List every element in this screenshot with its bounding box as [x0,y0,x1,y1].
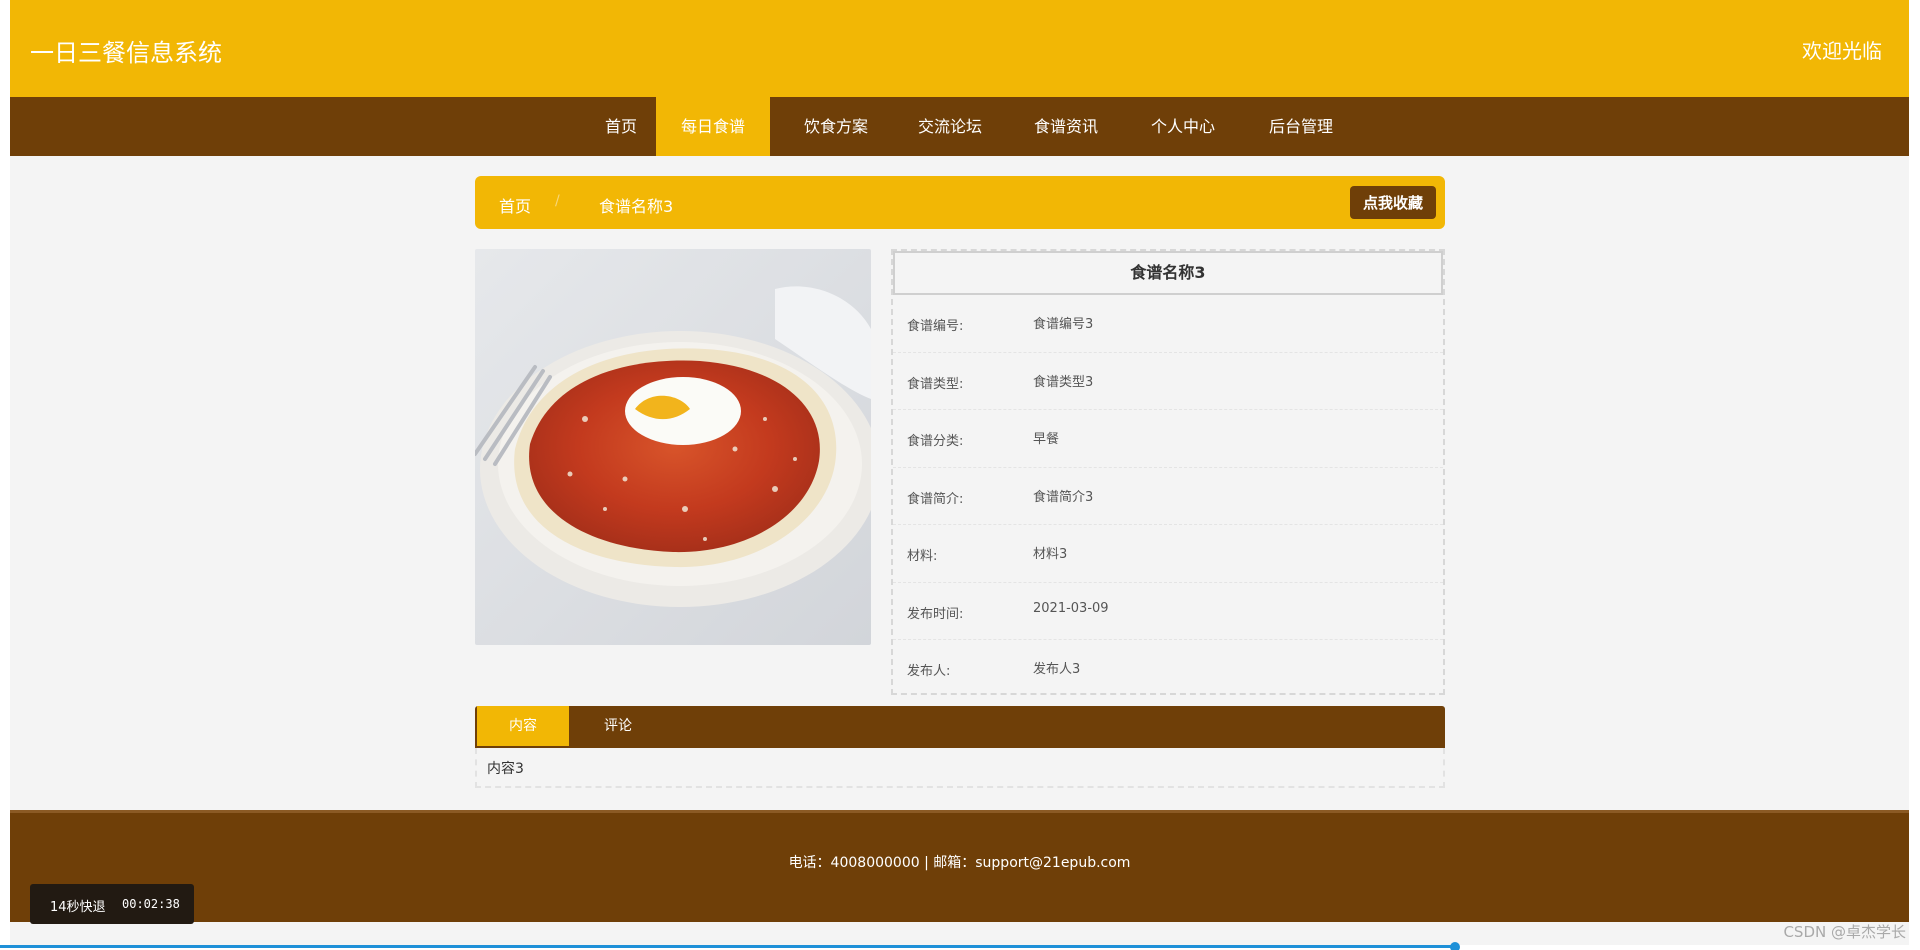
nav-item-diet-plans[interactable]: 饮食方案 [780,97,892,156]
breadcrumb: 首页 / 食谱名称3 点我收藏 [475,176,1445,229]
field-label: 食谱类型: [907,376,964,392]
video-time: 00:02:38 [122,897,180,911]
field-value: 发布人3 [1033,662,1081,677]
detail-row: 发布时间: 2021-03-09 [893,583,1443,640]
field-value: 2021-03-09 [1033,600,1109,616]
nav-item-recipe-news[interactable]: 食谱资讯 [1010,97,1122,156]
field-value: 食谱类型3 [1033,374,1094,390]
recipe-image [475,249,871,645]
field-label: 发布时间: [907,606,964,622]
footer: 电话：4008000000 | 邮箱：support@21epub.com [10,810,1909,922]
recipe-detail-panel: 食谱名称3 食谱编号: 食谱编号3 食谱类型: 食谱类型3 食谱分类: 早餐 食… [891,249,1445,695]
skip-back-button[interactable]: 14秒快退 [50,896,106,915]
welcome-text: 欢迎光临 [1802,39,1882,63]
content-tabs: 内容 评论 [475,706,1445,748]
top-header: 一日三餐信息系统 欢迎光临 [10,0,1909,97]
main-nav: 首页 每日食谱 饮食方案 交流论坛 食谱资讯 个人中心 后台管理 [10,97,1909,156]
video-control-overlay: 14秒快退 00:02:38 [30,884,194,924]
breadcrumb-home-link[interactable]: 首页 [499,193,531,217]
breadcrumb-separator: / [555,193,560,209]
field-label: 材料: [907,549,938,564]
video-progress-bar[interactable] [0,942,1920,950]
field-value: 食谱编号3 [1033,317,1094,332]
field-value: 食谱简介3 [1033,489,1094,505]
field-label: 食谱简介: [907,491,964,507]
tab-content[interactable]: 内容 [477,706,569,746]
nav-item-forum[interactable]: 交流论坛 [895,97,1005,156]
nav-item-admin[interactable]: 后台管理 [1245,97,1357,156]
tab-content-text: 内容3 [487,761,524,777]
progress-knob[interactable] [1450,942,1461,950]
favorite-button[interactable]: 点我收藏 [1350,186,1436,219]
detail-row: 食谱分类: 早餐 [893,410,1443,468]
field-label: 食谱编号: [907,319,964,334]
nav-item-personal-center[interactable]: 个人中心 [1127,97,1239,156]
site-title[interactable]: 一日三餐信息系统 [30,33,222,68]
field-value: 早餐 [1033,432,1060,447]
field-value: 材料3 [1033,547,1068,562]
detail-row: 食谱简介: 食谱简介3 [893,468,1443,525]
breadcrumb-current: 食谱名称3 [599,197,674,216]
watermark: CSDN @卓杰学长 [1783,923,1906,941]
detail-row: 发布人: 发布人3 [893,640,1443,698]
nav-item-daily-recipes[interactable]: 每日食谱 [656,97,770,156]
progress-fill [0,945,1456,948]
tab-comments[interactable]: 评论 [569,706,667,746]
detail-row: 食谱类型: 食谱类型3 [893,353,1443,410]
detail-row: 材料: 材料3 [893,525,1443,583]
nav-item-home[interactable]: 首页 [585,97,657,156]
tab-panel: 内容3 [475,748,1445,788]
detail-row: 食谱编号: 食谱编号3 [893,295,1443,353]
footer-contact: 电话：4008000000 | 邮箱：support@21epub.com [788,855,1131,871]
recipe-title: 食谱名称3 [893,251,1443,295]
page-frame: 一日三餐信息系统 欢迎光临 首页 每日食谱 饮食方案 交流论坛 食谱资讯 个人中… [10,0,1909,950]
field-label: 食谱分类: [907,434,964,449]
field-label: 发布人: [907,664,951,679]
